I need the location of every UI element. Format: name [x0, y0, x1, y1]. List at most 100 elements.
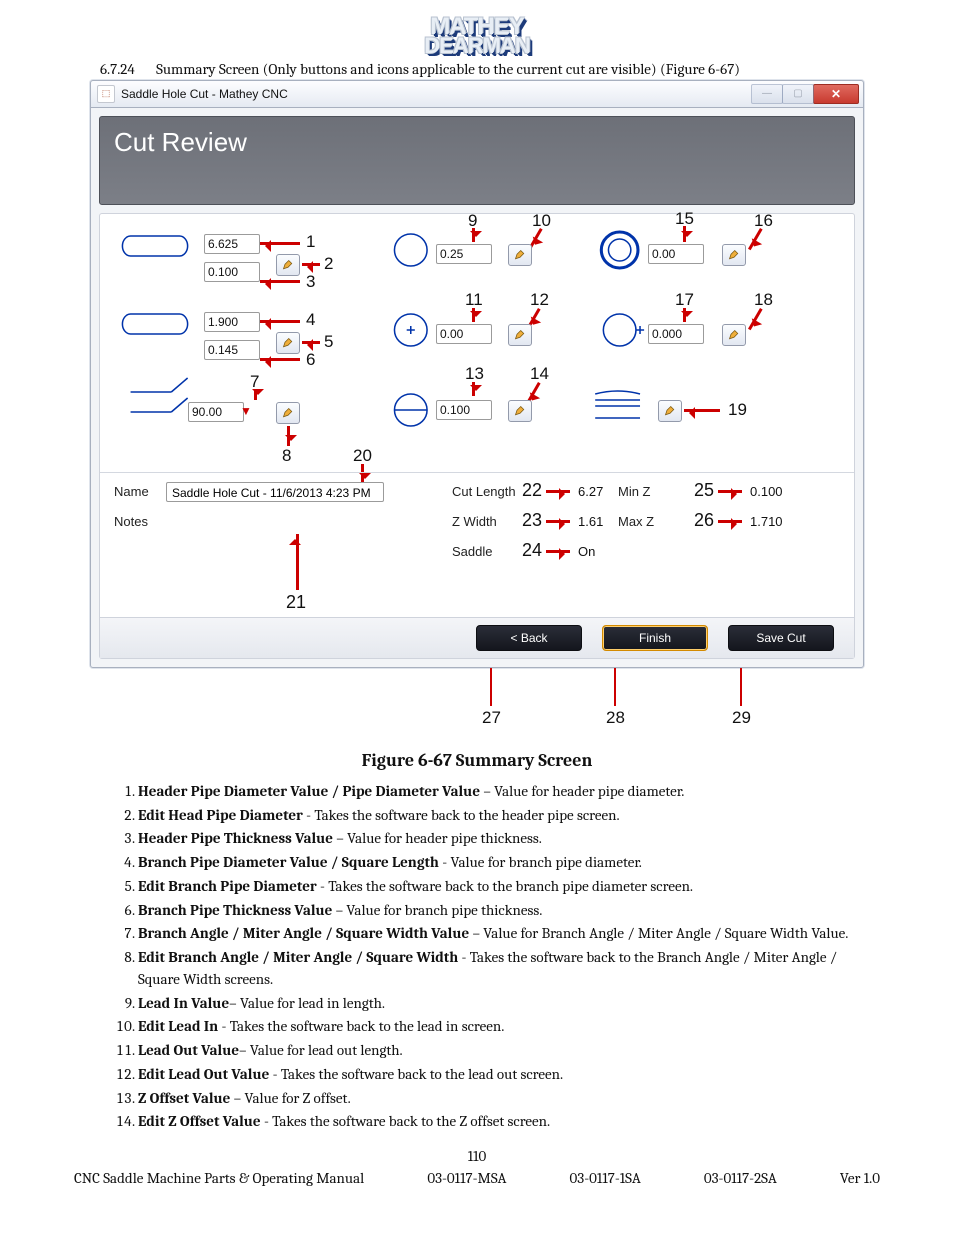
arrow-25 — [718, 490, 742, 493]
callout-13: 13 — [465, 364, 484, 384]
callout-18: 18 — [754, 290, 773, 310]
name-label: Name — [114, 484, 149, 499]
page-footer: CNC Saddle Machine Parts & Operating Man… — [74, 1169, 880, 1187]
callout-2: 2 — [324, 254, 333, 274]
arrow-6 — [260, 358, 300, 361]
legend-item: Edit Z Offset Value - Takes the software… — [138, 1111, 854, 1133]
min-z-value: 0.100 — [750, 484, 783, 499]
stem-29 — [740, 668, 742, 706]
footer-right: Ver 1.0 — [840, 1169, 880, 1187]
window-maximize-button[interactable]: ▢ — [782, 84, 814, 104]
window-close-button[interactable]: ✕ — [813, 84, 859, 104]
branch-pipe-thickness-value: 0.145 — [204, 340, 260, 360]
app-window: ⬚ Saddle Hole Cut - Mathey CNC — ▢ ✕ Cut… — [90, 80, 864, 668]
arrow-21 — [296, 534, 299, 590]
arrow-13 — [472, 382, 475, 396]
saddle-label: Saddle — [452, 544, 492, 559]
stem-27 — [490, 668, 492, 706]
edit-branch-angle-button[interactable] — [276, 402, 300, 424]
callout-8: 8 — [282, 446, 291, 466]
arrow-7 — [254, 390, 257, 400]
edit-kerf-button[interactable] — [658, 400, 682, 422]
arrow-17 — [683, 308, 686, 322]
notes-label: Notes — [114, 514, 148, 529]
z-offset-value: 0.100 — [436, 400, 492, 420]
edit-17-button[interactable] — [722, 324, 746, 346]
app-icon: ⬚ — [97, 85, 115, 103]
window-minimize-button[interactable]: — — [751, 84, 783, 104]
callout-17: 17 — [675, 290, 694, 310]
arrow-26 — [718, 520, 742, 523]
arrow-1 — [260, 242, 300, 245]
max-z-label: Max Z — [618, 514, 654, 529]
lead-in-value: 0.25 — [436, 244, 492, 264]
callout-5: 5 — [324, 332, 333, 352]
edit-lead-out-button[interactable] — [508, 324, 532, 346]
arrow-4 — [260, 320, 300, 323]
legend-item: Edit Head Pipe Diameter - Takes the soft… — [138, 805, 854, 827]
header-pipe-thickness-value: 0.100 — [204, 262, 260, 282]
callout-16: 16 — [754, 211, 773, 231]
saddle-value: On — [578, 544, 595, 559]
brand-logo: MATHEY DEARMAN — [70, 18, 884, 54]
arrow-3 — [260, 280, 300, 283]
arrow-9 — [472, 228, 475, 242]
footer-mid3: 03-0117-2SA — [704, 1169, 777, 1187]
callout-19: 19 — [728, 400, 747, 420]
figure-caption: Figure 6-67 Summary Screen — [70, 750, 884, 771]
legend-item: Branch Angle / Miter Angle / Square Widt… — [138, 923, 854, 945]
branch-pipe-diameter-value: 1.900 — [204, 312, 260, 332]
legend-item: Edit Branch Angle / Miter Angle / Square… — [138, 947, 854, 991]
logo-line-2: DEARMAN — [424, 37, 529, 54]
footer-left: CNC Saddle Machine Parts & Operating Man… — [74, 1169, 364, 1187]
below-window-callouts: 27 28 29 — [90, 668, 864, 734]
arrow-2 — [302, 263, 320, 266]
legend-item: Edit Lead Out Value - Takes the software… — [138, 1064, 854, 1086]
legend-item: Header Pipe Thickness Value – Value for … — [138, 828, 854, 850]
legend-item: Branch Pipe Thickness Value – Value for … — [138, 900, 854, 922]
finish-button[interactable]: Finish — [602, 625, 708, 651]
summary-body: 6.625 1 2 0.100 3 1.900 4 5 0.145 6 7 — [99, 213, 855, 659]
callout-25: 25 — [694, 480, 714, 501]
callout-26: 26 — [694, 510, 714, 531]
legend-item: Edit Lead In - Takes the software back t… — [138, 1016, 854, 1038]
max-z-value: 1.710 — [750, 514, 783, 529]
cut-name-input[interactable] — [166, 482, 384, 502]
callout-6: 6 — [306, 350, 315, 370]
arrow-8 — [287, 426, 290, 446]
edit-branch-pipe-diameter-button[interactable] — [276, 332, 300, 354]
callout-29: 29 — [732, 708, 751, 728]
arrow-22 — [546, 490, 570, 493]
dropdown-icon: ▼ — [240, 404, 252, 418]
callout-24: 24 — [522, 540, 542, 561]
branch-angle-value: 90.00 — [188, 402, 244, 422]
edit-z-offset-button[interactable] — [508, 400, 532, 422]
button-bar: < Back Finish Save Cut — [100, 617, 854, 658]
back-button[interactable]: < Back — [476, 625, 582, 651]
legend-item: Lead In Value– Value for lead in length. — [138, 993, 854, 1015]
section-title: Summary Screen (Only buttons and icons a… — [156, 60, 740, 78]
edit-15-button[interactable] — [722, 244, 746, 266]
callout-1: 1 — [306, 232, 315, 252]
page-number: 110 — [70, 1147, 884, 1165]
section-heading: 6.7.24 Summary Screen (Only buttons and … — [100, 60, 854, 78]
legend-item: Branch Pipe Diameter Value / Square Leng… — [138, 852, 854, 874]
footer-mid2: 03-0117-1SA — [570, 1169, 641, 1187]
arrow-15 — [683, 226, 686, 242]
arrow-24 — [546, 550, 570, 553]
edit-lead-in-button[interactable] — [508, 244, 532, 266]
value-15: 0.00 — [648, 244, 704, 264]
arrow-11 — [472, 308, 475, 322]
edit-header-pipe-diameter-button[interactable] — [276, 254, 300, 276]
arrow-20 — [361, 464, 364, 484]
header-pipe-diameter-value: 6.625 — [204, 234, 260, 254]
footer-mid1: 03-0117-MSA — [427, 1169, 506, 1187]
save-cut-button[interactable]: Save Cut — [728, 625, 834, 651]
screen-banner: Cut Review — [99, 116, 855, 205]
cut-length-value: 6.27 — [578, 484, 603, 499]
z-width-value: 1.61 — [578, 514, 603, 529]
min-z-label: Min Z — [618, 484, 651, 499]
callout-12: 12 — [530, 290, 549, 310]
legend-item: Header Pipe Diameter Value / Pipe Diamet… — [138, 781, 854, 803]
stem-28 — [614, 668, 616, 706]
